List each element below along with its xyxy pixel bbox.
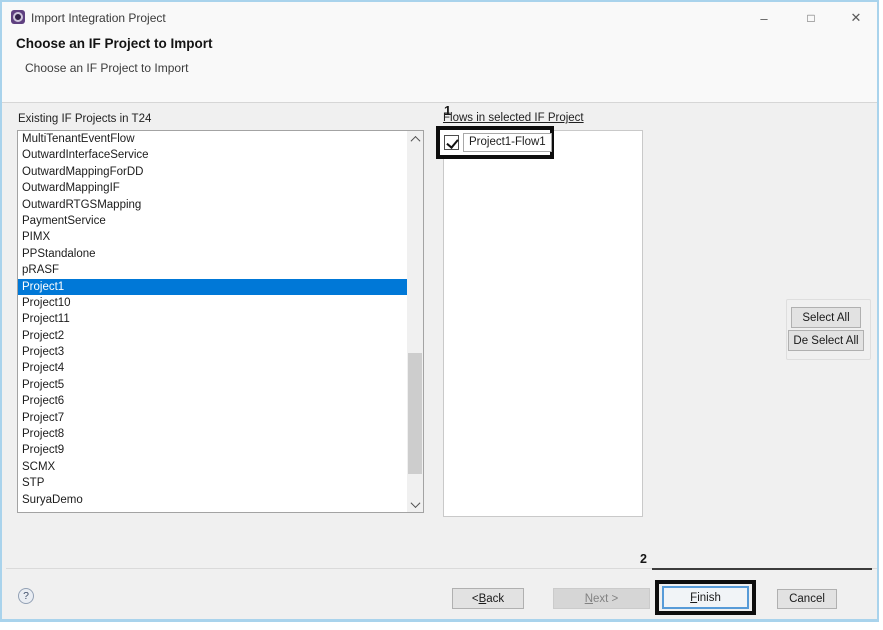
finish-annotation-box: Finish <box>655 580 756 615</box>
app-icon <box>11 10 25 24</box>
help-button[interactable]: ? <box>18 588 34 604</box>
list-item[interactable]: STP <box>18 475 407 491</box>
back-button[interactable]: < Back <box>452 588 524 609</box>
list-item[interactable]: SuryaDemo <box>18 492 407 508</box>
existing-projects-listbox[interactable]: MultiTenantEventFlowOutwardInterfaceServ… <box>17 130 424 513</box>
list-item[interactable]: Project1 <box>18 279 407 295</box>
list-item[interactable]: Project10 <box>18 295 407 311</box>
scrollbar-thumb[interactable] <box>408 353 422 474</box>
minimize-icon[interactable]: – <box>748 7 780 29</box>
list-item[interactable]: Project7 <box>18 410 407 426</box>
annotation-step-2: 2 <box>640 552 647 566</box>
list-item[interactable]: OutwardRTGSMapping <box>18 197 407 213</box>
page-subtitle: Choose an IF Project to Import <box>25 61 188 75</box>
annotation-step-2-line <box>652 568 872 570</box>
project-list: MultiTenantEventFlowOutwardInterfaceServ… <box>18 131 407 512</box>
list-item[interactable]: Project8 <box>18 426 407 442</box>
list-item[interactable]: Project11 <box>18 311 407 327</box>
list-item[interactable]: pRASF <box>18 262 407 278</box>
scrollbar[interactable] <box>407 131 423 512</box>
chevron-down-icon <box>410 498 420 508</box>
next-button[interactable]: Next > <box>553 588 650 609</box>
list-item[interactable]: OutwardInterfaceService <box>18 147 407 163</box>
scrollbar-down-icon[interactable] <box>407 496 423 512</box>
flow-checkbox[interactable] <box>444 135 459 150</box>
flow-item-label: Project1-Flow1 <box>463 133 552 152</box>
list-item[interactable]: PaymentService <box>18 213 407 229</box>
list-item[interactable]: PPStandalone <box>18 246 407 262</box>
chevron-up-icon <box>410 135 420 145</box>
page-title: Choose an IF Project to Import <box>16 36 213 51</box>
list-item[interactable]: OutwardMappingForDD <box>18 164 407 180</box>
maximize-icon[interactable]: □ <box>795 7 827 29</box>
close-icon[interactable]: ✕ <box>840 7 872 29</box>
window-title: Import Integration Project <box>31 11 166 25</box>
list-item[interactable]: PIMX <box>18 229 407 245</box>
list-item[interactable]: MultiTenantEventFlow <box>18 131 407 147</box>
flow-item-annotation-box: Project1-Flow1 <box>436 126 554 159</box>
list-item[interactable]: Project6 <box>18 393 407 409</box>
list-item[interactable]: Project5 <box>18 377 407 393</box>
list-item[interactable]: SCMX <box>18 459 407 475</box>
existing-projects-label: Existing IF Projects in T24 <box>18 113 151 125</box>
flows-listbox[interactable] <box>443 130 643 517</box>
deselect-all-button[interactable]: De Select All <box>788 330 864 351</box>
finish-button[interactable]: Finish <box>662 586 749 609</box>
cancel-button[interactable]: Cancel <box>777 589 837 609</box>
scrollbar-up-icon[interactable] <box>407 131 423 147</box>
list-item[interactable]: Project2 <box>18 328 407 344</box>
list-item[interactable]: Project9 <box>18 442 407 458</box>
list-item[interactable]: Project3 <box>18 344 407 360</box>
flows-label: Flows in selected IF Project <box>443 112 584 124</box>
list-item[interactable]: OutwardMappingIF <box>18 180 407 196</box>
list-item[interactable]: Project4 <box>18 360 407 376</box>
select-all-button[interactable]: Select All <box>791 307 861 328</box>
